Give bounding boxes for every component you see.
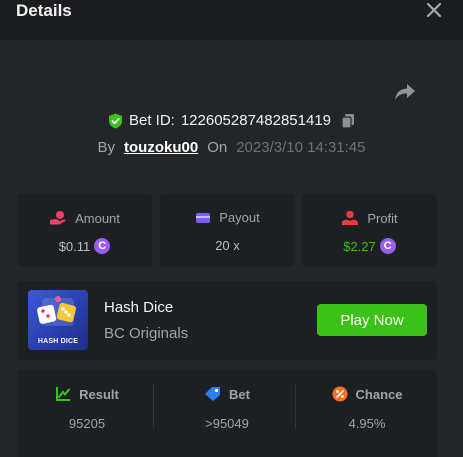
coin-icon: C — [94, 238, 111, 254]
play-now-button[interactable]: Play Now — [317, 304, 427, 336]
hand-coins-icon — [50, 211, 66, 225]
divider — [153, 384, 154, 428]
coin-icon: C — [379, 238, 396, 254]
game-thumb-label: HASH DICE — [37, 338, 79, 345]
modal-title: Details — [16, 1, 72, 20]
chance-label: Chance — [355, 386, 403, 402]
game-name: Hash Dice — [104, 299, 174, 316]
bet-label: Bet — [229, 386, 250, 402]
amount-value: $0.11 — [58, 238, 91, 254]
by-label: By — [97, 139, 115, 156]
game-thumbnail[interactable]: HASH DICE — [28, 290, 88, 350]
profit-icon — [342, 210, 359, 225]
bet-column: Bet >95049 — [157, 370, 297, 457]
divider — [295, 384, 296, 428]
bet-id-value: 122605287482851419 — [180, 112, 332, 129]
dice-icon — [37, 296, 77, 326]
stat-card-payout: Payout 20 x — [160, 194, 295, 267]
shield-check-icon — [108, 113, 122, 128]
username-link[interactable]: touzoku00 — [124, 139, 198, 156]
result-label: Result — [79, 386, 119, 402]
copy-icon[interactable] — [341, 113, 355, 129]
stat-card-profit: Profit $2.27 C — [302, 194, 437, 267]
bet-id-row: Bet ID: 122605287482851419 — [0, 112, 463, 129]
percent-icon — [332, 386, 348, 402]
close-icon[interactable] — [425, 1, 443, 19]
chance-value: 4.95% — [348, 416, 386, 431]
chance-column: Chance 4.95% — [297, 370, 437, 457]
payout-value: 20 x — [215, 238, 240, 253]
bet-datetime: 2023/3/10 14:31:45 — [236, 139, 366, 156]
wallet-icon — [196, 212, 211, 223]
profit-label: Profit — [367, 210, 398, 226]
results-panel: Result 95205 Bet >95049 Chance 4.95% — [17, 370, 437, 457]
amount-label: Amount — [75, 210, 120, 226]
result-value: 95205 — [68, 416, 106, 431]
game-card: HASH DICE Hash Dice BC Originals Play No… — [17, 281, 437, 360]
bet-tag-icon — [205, 387, 221, 401]
bet-meta-row: By touzoku00 On 2023/3/10 14:31:45 — [0, 139, 463, 156]
stat-card-amount: Amount $0.11 C — [17, 194, 152, 267]
result-icon — [56, 387, 71, 401]
payout-label: Payout — [219, 210, 260, 225]
share-icon[interactable] — [394, 82, 416, 102]
on-label: On — [207, 139, 228, 156]
bet-id-label: Bet ID: — [128, 112, 175, 129]
header-bar: Details — [0, 0, 463, 40]
bet-value: >95049 — [205, 416, 249, 431]
profit-value: $2.27 — [343, 238, 376, 254]
game-provider: BC Originals — [104, 325, 189, 342]
result-column: Result 95205 — [17, 370, 157, 457]
